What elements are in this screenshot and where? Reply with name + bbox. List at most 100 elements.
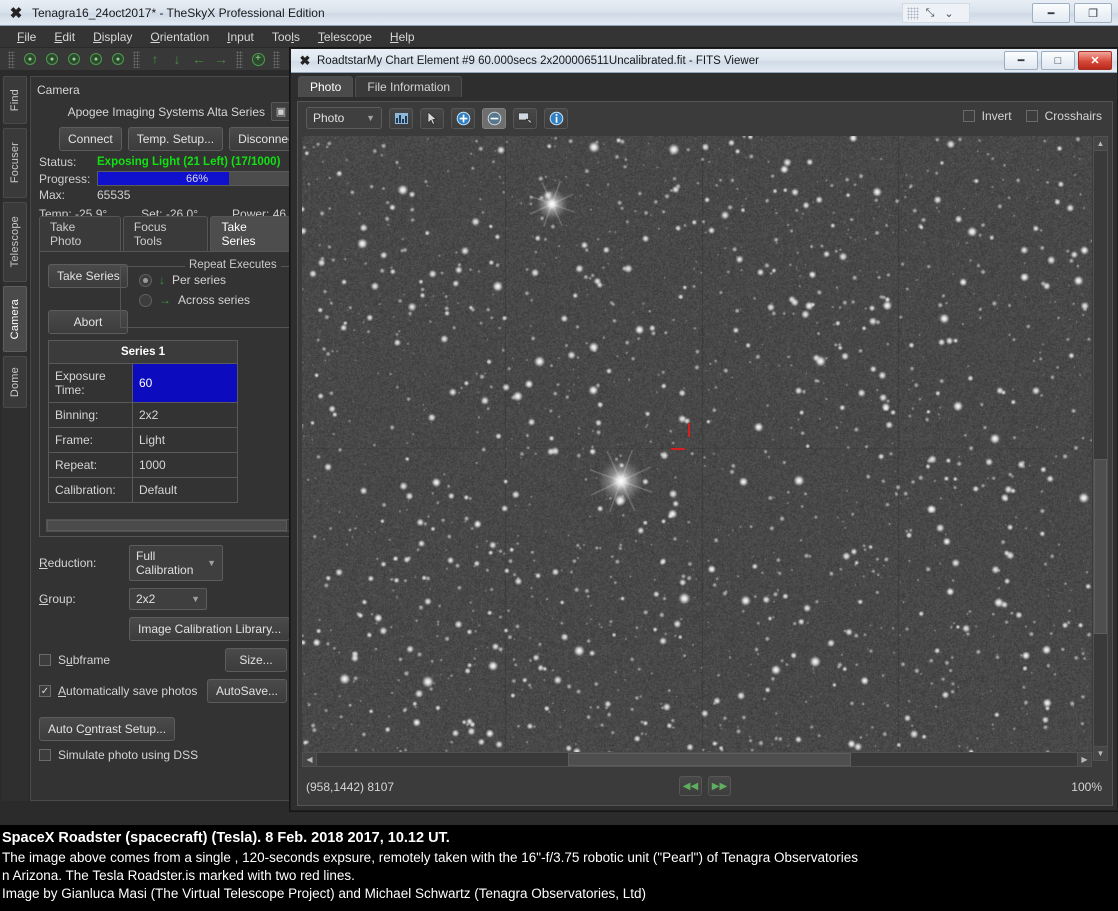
- arrow-right-icon[interactable]: →: [210, 50, 232, 69]
- pan-icon[interactable]: [513, 107, 537, 129]
- table-row[interactable]: Repeat: 1000: [48, 452, 238, 478]
- tab-photo[interactable]: Photo: [298, 76, 354, 97]
- connect-button[interactable]: Connect: [59, 127, 122, 151]
- row-value-exposure-time[interactable]: 60: [132, 363, 238, 403]
- radio-per-series-control[interactable]: [139, 273, 152, 287]
- table-row[interactable]: Frame: Light: [48, 427, 238, 453]
- series-panel-hscrollbar[interactable]: [46, 519, 296, 532]
- invert-checkbox[interactable]: [962, 110, 975, 122]
- green-circle-icon-2[interactable]: ●: [41, 50, 63, 69]
- image-horizontal-scrollbar[interactable]: ◀ ▶: [302, 752, 1092, 767]
- histogram-icon[interactable]: [389, 107, 413, 129]
- fits-close-button[interactable]: ✕: [1078, 51, 1112, 70]
- table-row[interactable]: Calibration: Default: [48, 477, 238, 503]
- autosave-checkbox-group[interactable]: ✓ Automatically save photos: [39, 684, 197, 698]
- zoom-in-icon[interactable]: [451, 107, 475, 129]
- simulate-checkbox-group[interactable]: Simulate photo using DSS: [39, 748, 198, 762]
- fits-viewer-titlebar: ✖ RoadtstarMy Chart Element #9 60.000sec…: [291, 49, 1117, 73]
- scroll-right-icon[interactable]: ▶: [1077, 753, 1091, 766]
- subframe-row: Subframe Size...: [39, 648, 291, 672]
- expand-icon[interactable]: ⤡: [922, 5, 938, 21]
- image-vertical-scrollbar[interactable]: ▲ ▼: [1093, 136, 1108, 761]
- reduction-select[interactable]: Full Calibration ▼: [129, 545, 223, 581]
- invert-checkbox-group[interactable]: Invert: [962, 109, 1012, 123]
- zoom-in-icon[interactable]: +: [247, 50, 269, 69]
- photo-mode-select[interactable]: Photo ▼: [306, 107, 382, 129]
- horizontal-scroll-thumb[interactable]: [568, 753, 851, 766]
- table-row[interactable]: Binning: 2x2: [48, 402, 238, 428]
- auto-contrast-setup-button[interactable]: Auto Contrast Setup...: [39, 717, 176, 741]
- star-field-image[interactable]: [302, 136, 1092, 761]
- size-button[interactable]: Size...: [225, 648, 287, 672]
- scroll-down-icon[interactable]: ▼: [1094, 746, 1107, 760]
- info-icon[interactable]: [544, 107, 568, 129]
- take-series-button[interactable]: Take Series: [48, 264, 128, 288]
- chevron-down-icon[interactable]: ⌄: [941, 5, 957, 21]
- table-row[interactable]: Exposure Time: 60: [48, 363, 238, 403]
- vertical-scroll-thumb[interactable]: [1094, 459, 1107, 634]
- minimize-button[interactable]: ━: [1032, 3, 1070, 23]
- sidebar-item-telescope[interactable]: Telescope: [3, 202, 27, 282]
- sidebar-item-find[interactable]: Find: [3, 76, 27, 124]
- arrow-left-icon[interactable]: ←: [188, 50, 210, 69]
- fits-maximize-button[interactable]: □: [1041, 51, 1075, 70]
- subframe-checkbox[interactable]: [39, 654, 51, 666]
- abort-button[interactable]: Abort: [48, 310, 128, 334]
- menu-help[interactable]: Help: [381, 28, 424, 46]
- image-calibration-library-button[interactable]: Image Calibration Library...: [129, 617, 291, 641]
- pointer-icon[interactable]: [420, 107, 444, 129]
- crosshairs-checkbox[interactable]: [1025, 110, 1038, 122]
- sidebar-item-camera[interactable]: Camera: [3, 286, 27, 352]
- menu-telescope[interactable]: Telescope: [309, 28, 381, 46]
- temp-setup-button[interactable]: Temp. Setup...: [127, 127, 224, 151]
- green-circle-icon-5[interactable]: ●: [107, 50, 129, 69]
- toolbar-grip-icon-2[interactable]: [133, 50, 140, 68]
- toolbar-grip-icon-3[interactable]: [236, 50, 243, 68]
- green-circle-icon-3[interactable]: ●: [63, 50, 85, 69]
- window-grip-group[interactable]: ⤡ ⌄: [902, 3, 970, 23]
- radio-across-series-control[interactable]: [139, 293, 152, 307]
- arrow-up-icon[interactable]: ↑: [144, 50, 166, 69]
- next-frame-button[interactable]: ▶▶: [708, 776, 731, 796]
- caption-line-1: The image above comes from a single , 12…: [2, 849, 859, 865]
- menu-tools[interactable]: Tools: [263, 28, 309, 46]
- group-select[interactable]: 2x2 ▼: [129, 588, 207, 610]
- toolbar-grip-icon[interactable]: [8, 50, 15, 68]
- row-value-frame[interactable]: Light: [132, 427, 238, 453]
- sidebar-item-dome[interactable]: Dome: [3, 356, 27, 408]
- tab-take-photo[interactable]: Take Photo: [39, 216, 121, 251]
- green-circle-icon-4[interactable]: ●: [85, 50, 107, 69]
- toolbar-grip-icon-4[interactable]: [273, 50, 280, 68]
- menu-edit[interactable]: Edit: [45, 28, 84, 46]
- menu-display[interactable]: Display: [84, 28, 141, 46]
- arrow-down-icon[interactable]: ↓: [166, 50, 188, 69]
- zoom-out-icon[interactable]: [482, 107, 506, 129]
- progress-bar: 66%: [97, 171, 297, 186]
- menu-orientation[interactable]: Orientation: [141, 28, 218, 46]
- row-value-repeat[interactable]: 1000: [132, 452, 238, 478]
- tab-focus-tools[interactable]: Focus Tools: [122, 216, 209, 251]
- simulate-checkbox[interactable]: [39, 749, 51, 761]
- fits-image-canvas[interactable]: [302, 136, 1092, 761]
- menu-input[interactable]: Input: [218, 28, 263, 46]
- tab-file-information[interactable]: File Information: [355, 76, 463, 97]
- menu-file[interactable]: File: [8, 28, 45, 46]
- row-value-binning[interactable]: 2x2: [132, 402, 238, 428]
- tab-take-series[interactable]: Take Series: [210, 216, 295, 251]
- radio-across-series[interactable]: → Across series: [121, 287, 289, 307]
- drag-handle-dots-icon[interactable]: [907, 6, 919, 20]
- crosshairs-checkbox-group[interactable]: Crosshairs: [1025, 109, 1102, 123]
- subframe-checkbox-group[interactable]: Subframe: [39, 653, 110, 667]
- scroll-left-icon[interactable]: ◀: [303, 753, 317, 766]
- autosave-checkbox[interactable]: ✓: [39, 685, 51, 697]
- scroll-up-icon[interactable]: ▲: [1094, 137, 1107, 151]
- series-panel-hscroll-thumb[interactable]: [47, 520, 287, 531]
- fits-minimize-button[interactable]: ━: [1004, 51, 1038, 70]
- restore-button[interactable]: ❐: [1074, 3, 1112, 23]
- green-circle-icon-1[interactable]: ●: [19, 50, 41, 69]
- row-value-calibration[interactable]: Default: [132, 477, 238, 503]
- sidebar-item-focuser[interactable]: Focuser: [3, 128, 27, 198]
- camera-icon[interactable]: ▣: [271, 102, 291, 121]
- previous-frame-button[interactable]: ◀◀: [679, 776, 702, 796]
- autosave-button[interactable]: AutoSave...: [206, 679, 287, 703]
